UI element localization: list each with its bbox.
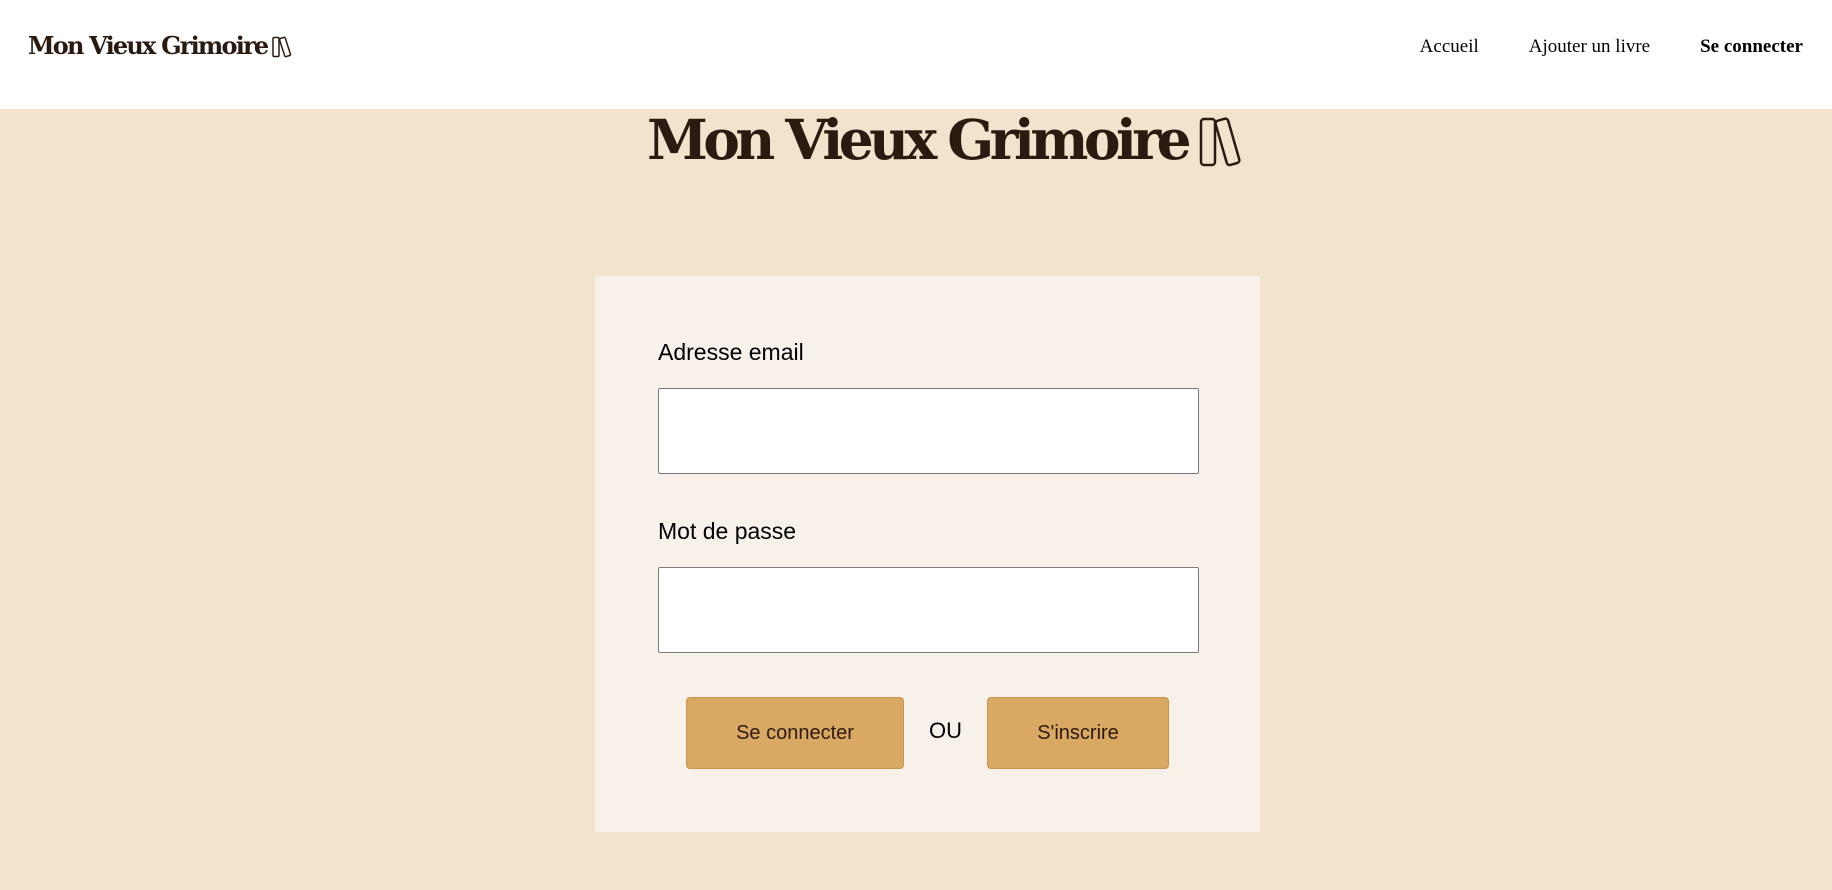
nav-link-se-connecter[interactable]: Se connecter [1700,36,1803,57]
login-form: Adresse email Mot de passe Se connecter … [595,276,1260,832]
brand-name: Mon Vieux Grimoire [28,31,269,60]
password-field[interactable] [658,567,1199,653]
nav-link-accueil[interactable]: Accueil [1420,36,1479,57]
or-separator: OU [929,718,962,743]
password-label: Mot de passe [658,518,797,544]
brand-logo-link[interactable]: Mon Vieux Grimoire [28,34,293,58]
email-label: Adresse email [658,339,804,365]
email-field[interactable] [658,388,1199,474]
login-button[interactable]: Se connecter [686,697,904,769]
books-icon [272,36,292,58]
main-nav: Accueil Ajouter un livre Se connecter [1420,36,1803,58]
register-button[interactable]: S'inscrire [987,697,1169,769]
nav-link-ajouter-livre[interactable]: Ajouter un livre [1529,36,1650,57]
hero-title: Mon Vieux Grimoire [647,107,1192,172]
hero-logo: Mon Vieux Grimoire [647,112,1243,167]
top-navigation-bar: Mon Vieux Grimoire Accueil Ajouter un li… [0,0,1832,109]
books-icon [1199,116,1241,166]
